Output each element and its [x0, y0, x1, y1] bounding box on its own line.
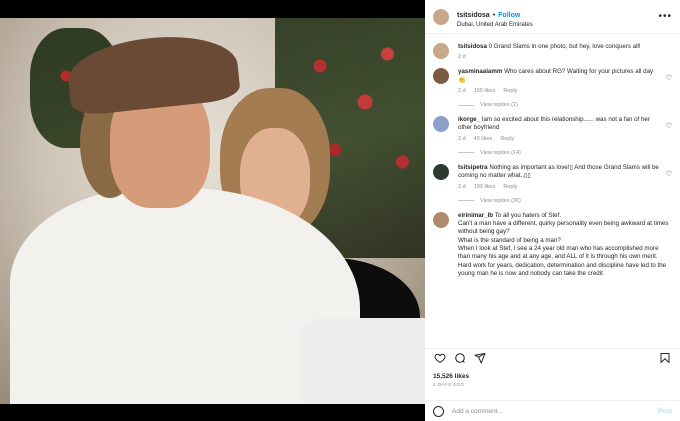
- comment-item: yasminaalamm Who cares about RG? Waiting…: [433, 68, 672, 94]
- comment-username[interactable]: tsitsipetra: [458, 164, 488, 171]
- comment-text: 0 Grand Slams in one photo, but hey, lov…: [488, 43, 641, 50]
- post-location[interactable]: Dubai, United Arab Emirates: [457, 22, 533, 29]
- comment-like-icon[interactable]: ♡: [666, 74, 672, 94]
- emoji-icon[interactable]: [433, 405, 444, 417]
- comment-likes[interactable]: 155 likes: [474, 88, 496, 94]
- instagram-post-modal: tsitsidosa • Follow Dubai, United Arab Emi…: [0, 0, 680, 421]
- comment-username[interactable]: eirinimar_lb: [458, 212, 493, 219]
- author-avatar[interactable]: [433, 8, 449, 25]
- bookmark-icon[interactable]: [658, 351, 672, 365]
- separator-dot: •: [492, 12, 496, 20]
- comments-list[interactable]: tsitsidosa 0 Grand Slams in one photo, b…: [425, 35, 680, 343]
- comment-username[interactable]: yasminaalamm: [458, 68, 502, 75]
- commenter-avatar[interactable]: [433, 68, 449, 85]
- share-icon[interactable]: [473, 351, 487, 365]
- comment-text: To all you haters of Stef. Can't a man h…: [458, 211, 669, 278]
- add-comment-input[interactable]: [452, 407, 658, 415]
- post-sidebar: tsitsidosa • Follow Dubai, United Arab Emi…: [425, 0, 680, 421]
- comment-age: 2 d: [458, 88, 466, 95]
- comment-username[interactable]: tsitsidosa: [458, 43, 487, 50]
- commenter-avatar[interactable]: [433, 43, 449, 59]
- view-replies[interactable]: View replies (14): [458, 150, 672, 156]
- post-actions: [425, 348, 680, 366]
- comment-icon[interactable]: [453, 351, 467, 365]
- comment-item: tsitsidosa 0 Grand Slams in one photo, b…: [433, 43, 672, 60]
- likes-count[interactable]: 15,526 likes: [433, 373, 469, 380]
- follow-button[interactable]: Follow: [498, 12, 520, 19]
- post-photo[interactable]: [0, 18, 425, 404]
- reply-button[interactable]: Reply: [503, 184, 517, 190]
- comment-like-icon[interactable]: ♡: [666, 170, 672, 190]
- heart-icon[interactable]: [433, 351, 447, 365]
- view-replies[interactable]: View replies (30): [458, 198, 672, 204]
- comment-like-icon[interactable]: ♡: [666, 122, 672, 142]
- comment-item: ikorge_ Iam so excited about this relati…: [433, 116, 672, 142]
- reply-button[interactable]: Reply: [500, 136, 514, 142]
- comment-item: tsitsipetra Nothing as important as love…: [433, 163, 672, 190]
- more-options-icon[interactable]: •••: [658, 11, 672, 22]
- commenter-avatar[interactable]: [433, 163, 449, 180]
- photo-table: [300, 318, 425, 404]
- comment-text: Iam so excited about this relationship..…: [458, 116, 650, 132]
- commenter-avatar[interactable]: [433, 116, 449, 133]
- comment-likes[interactable]: 40 likes: [474, 136, 493, 142]
- post-header: tsitsidosa • Follow Dubai, United Arab Emi…: [425, 0, 680, 34]
- view-replies[interactable]: View replies (1): [458, 102, 672, 108]
- posted-date: 2 DAYS AGO: [433, 383, 465, 388]
- comment-text: Nothing as important as love!▯ And those…: [458, 163, 659, 180]
- photo-pane: [0, 0, 425, 421]
- comment-age: 2 d: [458, 135, 466, 142]
- comment-item: eirinimar_lb To all you haters of Stef. …: [433, 211, 672, 279]
- reply-button[interactable]: Reply: [503, 88, 517, 94]
- comment-likes[interactable]: 193 likes: [474, 184, 496, 190]
- add-comment-bar: Post: [425, 400, 680, 421]
- commenter-avatar[interactable]: [433, 211, 449, 228]
- comment-age: 2 d: [458, 54, 466, 61]
- post-comment-button[interactable]: Post: [658, 408, 672, 415]
- comment-username[interactable]: ikorge_: [458, 116, 480, 123]
- photo-man: [10, 29, 360, 404]
- comment-age: 2 d: [458, 183, 466, 190]
- author-username[interactable]: tsitsidosa: [457, 12, 490, 19]
